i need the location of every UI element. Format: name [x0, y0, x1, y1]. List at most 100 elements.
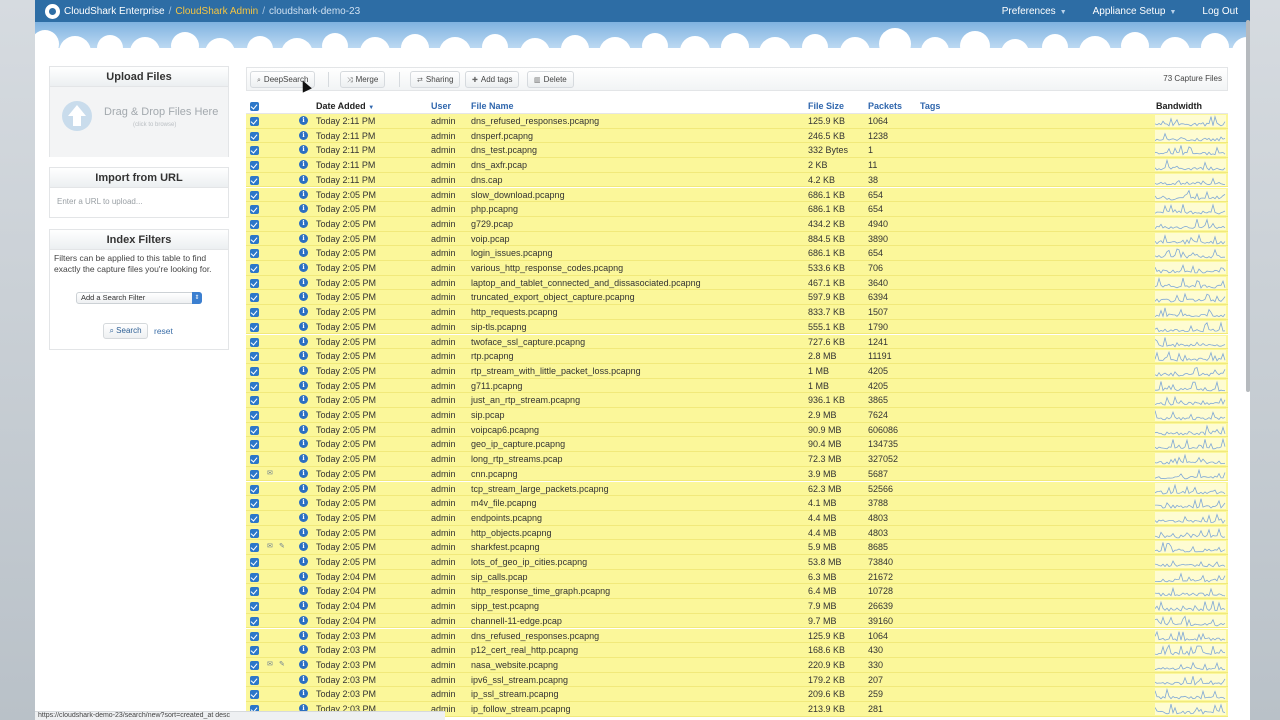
- cell-file-name[interactable]: laptop_and_tablet_connected_and_dissasoc…: [471, 278, 701, 288]
- table-row[interactable]: i Today 2:05 PM admin voipcap6.pcapng 90.9 M…: [246, 422, 1228, 438]
- row-checkbox[interactable]: [250, 396, 259, 406]
- info-icon[interactable]: i: [299, 557, 308, 566]
- info-icon[interactable]: i: [299, 498, 308, 508]
- info-icon[interactable]: i: [299, 174, 308, 184]
- info-icon[interactable]: i: [299, 218, 308, 228]
- table-row[interactable]: i Today 2:04 PM admin http_response_time_gr…: [246, 584, 1228, 600]
- table-row[interactable]: i Today 2:05 PM admin m4v_file.pcapng 4.1 MB…: [246, 496, 1228, 511]
- table-row[interactable]: i Today 2:04 PM admin sipp_test.pcapng 7.9 M…: [246, 599, 1228, 614]
- table-row[interactable]: i Today 2:11 PM admin dns.cap 4.2 KB 38: [246, 172, 1228, 188]
- cell-file-name[interactable]: php.pcapng: [471, 204, 518, 214]
- info-icon[interactable]: i: [299, 263, 308, 272]
- info-icon[interactable]: i: [299, 439, 308, 449]
- row-checkbox[interactable]: [250, 602, 259, 612]
- table-row[interactable]: i Today 2:03 PM admin ip_ssl_stream.pcapng 2…: [246, 687, 1228, 702]
- info-icon[interactable]: i: [299, 468, 308, 478]
- row-checkbox[interactable]: [250, 308, 259, 318]
- table-row[interactable]: i Today 2:11 PM admin dns_axfr.pcap 2 KB 11: [246, 158, 1228, 173]
- column-file-name[interactable]: File Name: [471, 101, 514, 111]
- cell-file-name[interactable]: voip.pcap: [471, 234, 510, 244]
- cell-file-name[interactable]: dnsperf.pcapng: [471, 131, 533, 141]
- row-checkbox[interactable]: [250, 381, 259, 391]
- row-checkbox[interactable]: [250, 264, 259, 273]
- info-icon[interactable]: i: [299, 586, 308, 596]
- cell-file-name[interactable]: lots_of_geo_ip_cities.pcapng: [471, 557, 587, 567]
- info-icon[interactable]: i: [299, 277, 308, 287]
- comment-icon[interactable]: ✉: [267, 660, 273, 668]
- admin-link[interactable]: CloudShark Admin: [175, 6, 258, 17]
- info-icon[interactable]: i: [299, 615, 308, 625]
- info-icon[interactable]: i: [299, 248, 308, 258]
- info-icon[interactable]: i: [299, 130, 308, 140]
- info-icon[interactable]: i: [299, 307, 308, 317]
- cell-file-name[interactable]: ipv6_ssl_stream.pcapng: [471, 675, 568, 685]
- info-icon[interactable]: i: [299, 410, 308, 419]
- info-icon[interactable]: i: [299, 145, 308, 155]
- info-icon[interactable]: i: [299, 542, 308, 552]
- row-checkbox[interactable]: [250, 366, 259, 376]
- row-checkbox[interactable]: [250, 484, 259, 494]
- cell-file-name[interactable]: login_issues.pcapng: [471, 248, 553, 258]
- reset-link[interactable]: reset: [154, 326, 173, 336]
- info-icon[interactable]: i: [299, 116, 308, 125]
- info-icon[interactable]: i: [299, 645, 308, 655]
- row-checkbox[interactable]: [250, 469, 259, 479]
- info-icon[interactable]: i: [299, 659, 308, 669]
- table-row[interactable]: i Today 2:04 PM admin channell-11-edge.pcap…: [246, 613, 1228, 629]
- row-checkbox[interactable]: [250, 131, 259, 141]
- brand-link[interactable]: CloudShark Enterprise: [64, 6, 165, 17]
- column-file-size[interactable]: File Size: [808, 101, 844, 111]
- info-icon[interactable]: i: [299, 351, 308, 361]
- info-icon[interactable]: i: [299, 189, 308, 199]
- row-checkbox[interactable]: [250, 161, 259, 171]
- table-row[interactable]: i Today 2:05 PM admin slow_download.pcapng 6…: [246, 187, 1228, 203]
- row-checkbox[interactable]: [250, 631, 259, 641]
- table-row[interactable]: ✉ ✎ i Today 2:03 PM admin nasa_website.pcapng…: [246, 657, 1228, 673]
- info-icon[interactable]: i: [299, 321, 308, 331]
- info-icon[interactable]: i: [299, 630, 308, 640]
- delete-button[interactable]: ▥ Delete: [527, 71, 574, 88]
- row-checkbox[interactable]: [250, 543, 259, 553]
- column-user[interactable]: User: [431, 101, 451, 111]
- cell-file-name[interactable]: rtp.pcapng: [471, 351, 514, 361]
- info-icon[interactable]: i: [299, 233, 308, 243]
- info-icon[interactable]: i: [299, 204, 308, 214]
- drop-zone[interactable]: Drag & Drop Files Here (click to browse): [50, 87, 228, 157]
- row-checkbox[interactable]: [250, 117, 259, 126]
- row-checkbox[interactable]: [250, 205, 259, 215]
- row-checkbox[interactable]: [250, 411, 259, 420]
- info-icon[interactable]: i: [299, 512, 308, 522]
- info-icon[interactable]: i: [299, 689, 308, 699]
- table-row[interactable]: i Today 2:05 PM admin tcp_stream_large_pack…: [246, 481, 1228, 497]
- table-row[interactable]: i Today 2:05 PM admin login_issues.pcapng 68…: [246, 246, 1228, 261]
- row-checkbox[interactable]: [250, 293, 259, 303]
- table-row[interactable]: i Today 2:05 PM admin g729.pcap 434.2 KB 4940: [246, 216, 1228, 232]
- table-row[interactable]: i Today 2:05 PM admin rtp_stream_with_littl…: [246, 363, 1228, 379]
- edit-icon[interactable]: ✎: [279, 542, 285, 550]
- row-checkbox[interactable]: [250, 175, 259, 185]
- info-icon[interactable]: i: [299, 292, 308, 302]
- row-checkbox[interactable]: [250, 499, 259, 509]
- cell-file-name[interactable]: just_an_rtp_stream.pcapng: [471, 395, 580, 405]
- table-row[interactable]: i Today 2:03 PM admin p12_cert_real_http.pc…: [246, 643, 1228, 658]
- cell-file-name[interactable]: endpoints.pcapng: [471, 513, 542, 523]
- cell-file-name[interactable]: cnn.pcapng: [471, 469, 518, 479]
- table-row[interactable]: i Today 2:05 PM admin http_requests.pcapng 8…: [246, 305, 1228, 320]
- column-packets[interactable]: Packets: [868, 101, 902, 111]
- info-icon[interactable]: i: [299, 483, 308, 493]
- row-checkbox[interactable]: [250, 425, 259, 435]
- row-checkbox[interactable]: [250, 528, 259, 538]
- row-checkbox[interactable]: [250, 322, 259, 332]
- row-checkbox[interactable]: [250, 587, 259, 597]
- cell-file-name[interactable]: truncated_export_object_capture.pcapng: [471, 292, 635, 302]
- row-checkbox[interactable]: [250, 675, 259, 685]
- info-icon[interactable]: i: [299, 527, 308, 537]
- import-url-input[interactable]: Enter a URL to upload...: [57, 197, 143, 206]
- cell-file-name[interactable]: sip-tls.pcapng: [471, 322, 527, 332]
- table-row[interactable]: i Today 2:05 PM admin lots_of_geo_ip_cities…: [246, 555, 1228, 570]
- comment-icon[interactable]: ✉: [267, 469, 273, 477]
- row-checkbox[interactable]: [250, 146, 259, 156]
- info-icon[interactable]: i: [299, 160, 308, 170]
- comment-icon[interactable]: ✉: [267, 542, 273, 550]
- info-icon[interactable]: i: [299, 424, 308, 434]
